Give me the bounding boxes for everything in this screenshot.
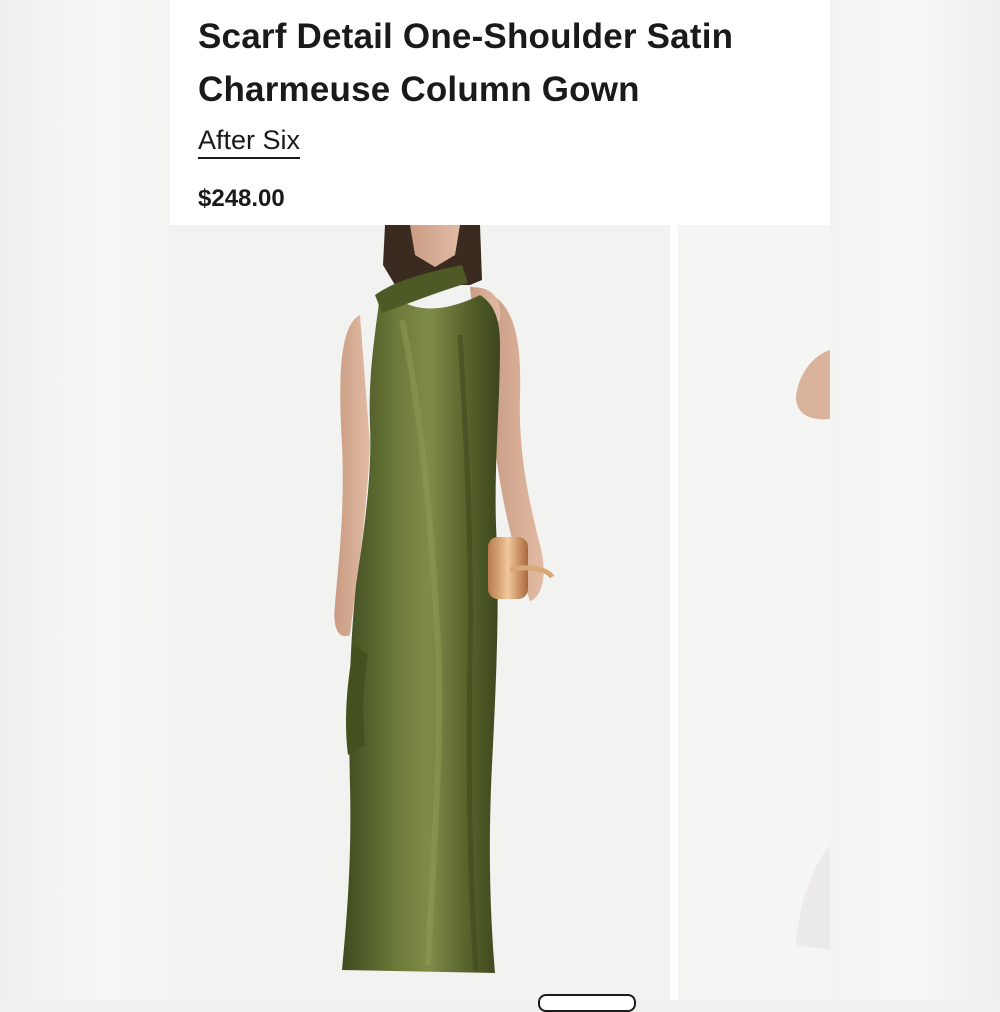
product-price: $248.00 [198, 185, 285, 212]
product-header: Scarf Detail One-Shoulder Satin Charmeus… [198, 10, 808, 213]
product-image-main[interactable] [170, 225, 670, 1000]
brand-link[interactable]: After Six [198, 124, 301, 159]
product-title: Scarf Detail One-Shoulder Satin Charmeus… [198, 17, 734, 109]
gallery-pager-indicator[interactable] [538, 994, 636, 1012]
blurred-backdrop-right [830, 0, 1000, 1000]
blurred-backdrop-left [0, 0, 170, 1000]
product-image-next[interactable] [678, 225, 830, 1000]
partial-model-illustration [796, 350, 830, 950]
gown-illustration [334, 225, 555, 973]
product-card: Scarf Detail One-Shoulder Satin Charmeus… [170, 0, 830, 1000]
image-gallery[interactable] [170, 225, 830, 1000]
